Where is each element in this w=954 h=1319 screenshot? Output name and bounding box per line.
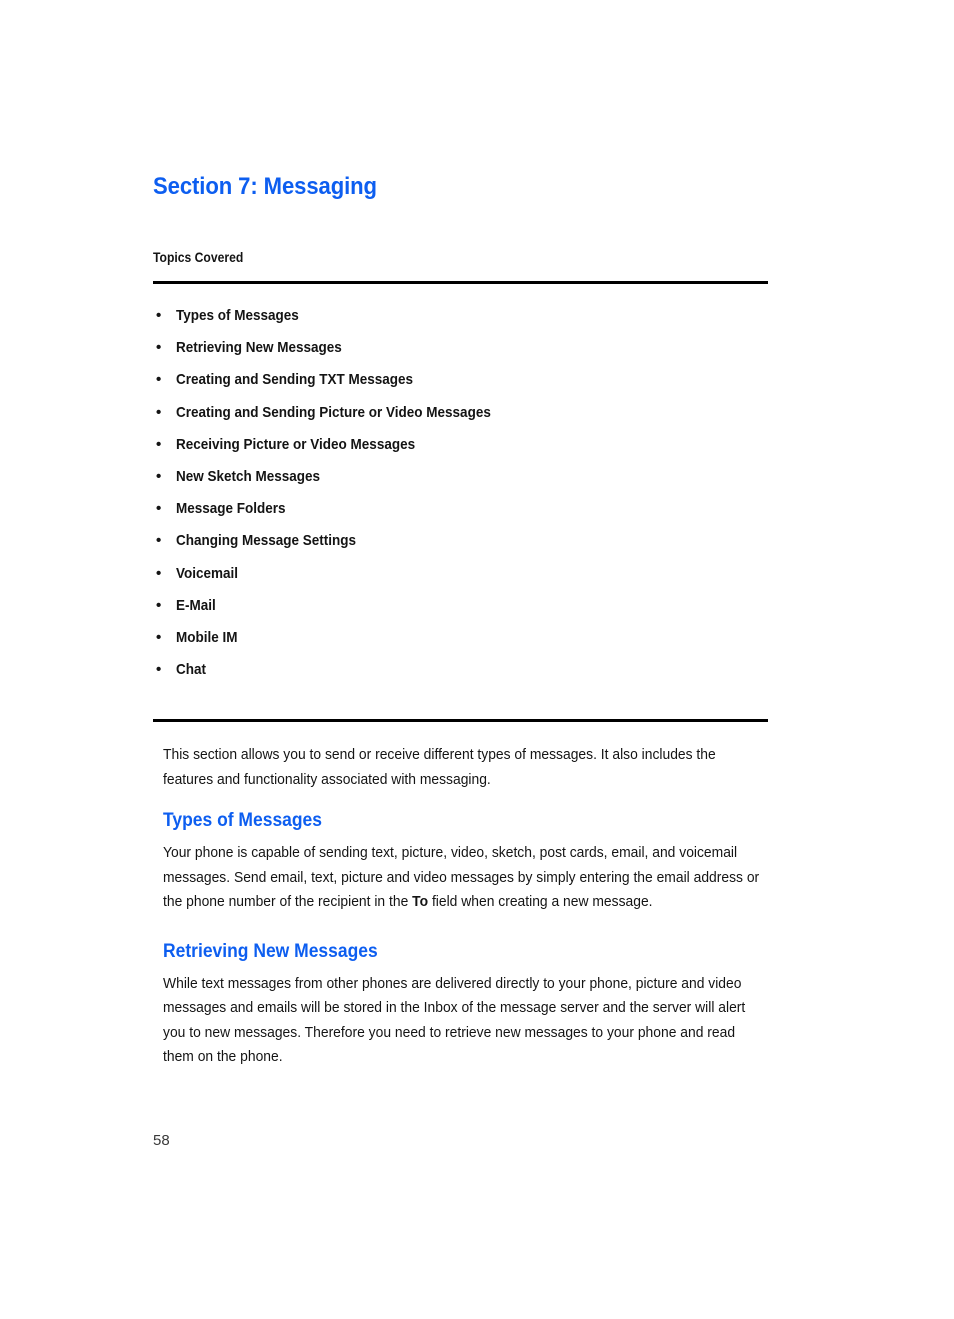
topic-label: Receiving Picture or Video Messages — [176, 435, 416, 453]
topic-label: Message Folders — [176, 500, 286, 518]
topic-label: Creating and Sending Picture or Video Me… — [176, 403, 491, 421]
topic-label: Types of Messages — [176, 307, 299, 324]
bullet-icon: • — [156, 403, 162, 421]
section-heading-retrieving-new-messages: Retrieving New Messages — [163, 940, 378, 962]
bullet-icon: • — [156, 628, 162, 646]
retrieving-new-messages-paragraph: While text messages from other phones ar… — [163, 974, 746, 1066]
bullet-icon: • — [156, 307, 162, 324]
list-item: • Voicemail — [153, 565, 768, 583]
bullet-icon: • — [156, 661, 162, 679]
topic-label: Mobile IM — [176, 628, 238, 646]
types-of-messages-paragraph: Your phone is capable of sending text, p… — [163, 841, 765, 915]
bullet-icon: • — [156, 596, 162, 614]
document-page: Section 7: Messaging Topics Covered • Ty… — [0, 0, 954, 1319]
topic-label: Changing Message Settings — [176, 532, 357, 550]
bullet-icon: • — [156, 435, 162, 453]
intro-paragraph: This section allows you to send or recei… — [163, 746, 716, 788]
topics-list: • Types of Messages • Retrieving New Mes… — [153, 284, 768, 679]
topic-label: E-Mail — [176, 596, 216, 614]
topic-label: Creating and Sending TXT Messages — [176, 371, 414, 389]
paragraph-bold-to: To — [412, 893, 429, 911]
bullet-icon: • — [156, 500, 162, 518]
list-item: • Mobile IM — [153, 629, 768, 647]
page-number: 58 — [153, 1132, 170, 1149]
topic-label: New Sketch Messages — [176, 467, 321, 485]
list-item: • Chat — [153, 661, 768, 679]
list-item: • Creating and Sending Picture or Video … — [153, 404, 768, 422]
list-item: • Receiving Picture or Video Messages — [153, 436, 768, 454]
intro-block: This section allows you to send or recei… — [163, 722, 766, 792]
topic-label: Voicemail — [176, 564, 239, 582]
bullet-icon: • — [156, 371, 162, 389]
list-item: • Changing Message Settings — [153, 532, 768, 550]
list-item: • Creating and Sending TXT Messages — [153, 371, 768, 389]
list-item: • Retrieving New Messages — [153, 339, 768, 357]
section-heading-types-of-messages: Types of Messages — [163, 810, 323, 832]
list-item: • E-Mail — [153, 597, 768, 615]
list-item: • Message Folders — [153, 500, 768, 518]
paragraph-text-part2: field when creating a new message. — [428, 893, 653, 911]
topics-covered-label: Topics Covered — [153, 250, 244, 265]
page-content: Section 7: Messaging Topics Covered • Ty… — [153, 172, 768, 1070]
bullet-icon: • — [156, 339, 162, 357]
bullet-icon: • — [156, 564, 162, 582]
list-item: • New Sketch Messages — [153, 468, 768, 486]
topic-label: Retrieving New Messages — [176, 339, 342, 357]
list-item: • Types of Messages — [153, 307, 768, 325]
page-title: Section 7: Messaging — [153, 173, 377, 200]
bullet-icon: • — [156, 467, 162, 485]
body-column: This section allows you to send or recei… — [163, 722, 766, 1070]
bullet-icon: • — [156, 532, 162, 550]
topic-label: Chat — [176, 661, 207, 679]
